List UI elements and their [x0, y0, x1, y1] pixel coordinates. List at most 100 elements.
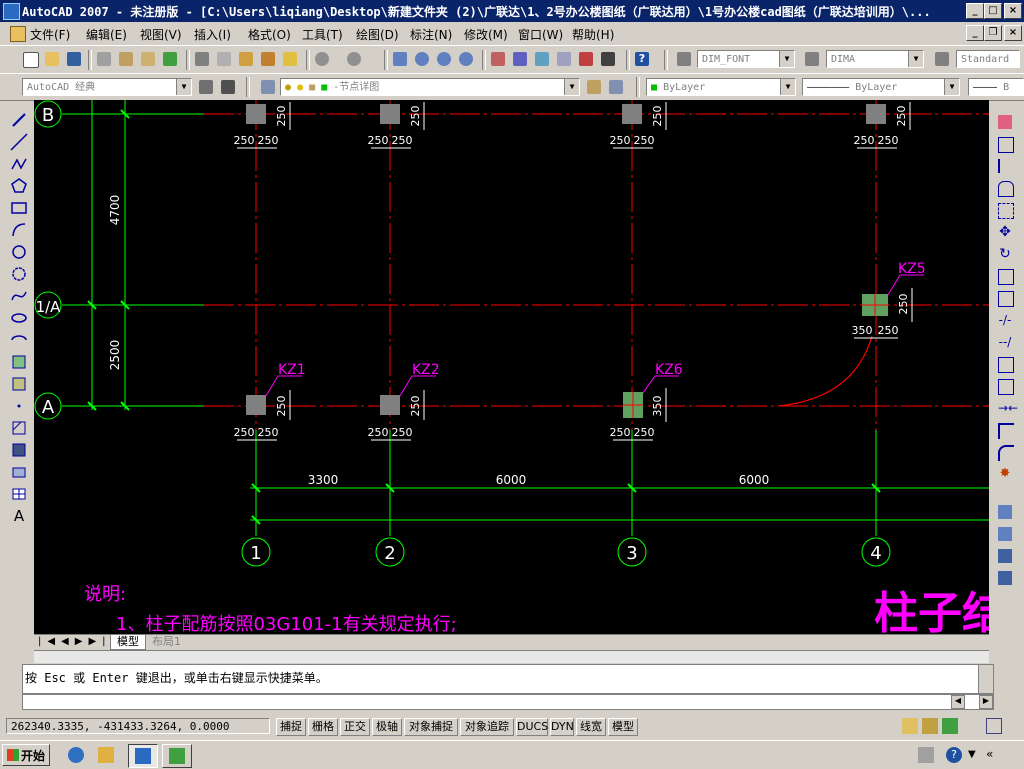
- arc-icon[interactable]: [9, 220, 29, 240]
- dyn-toggle[interactable]: DYN: [550, 718, 574, 736]
- insert-block-icon[interactable]: [9, 352, 29, 372]
- snap-toggle[interactable]: 捕捉: [276, 718, 306, 736]
- sheet-set-icon[interactable]: [554, 49, 574, 69]
- autocad-app-icon[interactable]: [3, 3, 20, 20]
- region-icon[interactable]: [9, 462, 29, 482]
- pan-realtime-icon[interactable]: [390, 49, 410, 69]
- help-icon[interactable]: ?: [632, 49, 652, 69]
- clean-screen-icon[interactable]: [986, 718, 1002, 734]
- tab-model[interactable]: 模型: [110, 635, 146, 650]
- block-editor-icon[interactable]: [280, 49, 300, 69]
- hatch-icon[interactable]: [9, 418, 29, 438]
- send-under-icon[interactable]: [995, 568, 1015, 588]
- redo-icon[interactable]: [344, 49, 364, 69]
- calculator-icon[interactable]: [598, 49, 618, 69]
- draw-order-front-icon[interactable]: [995, 502, 1015, 522]
- point-icon[interactable]: [9, 396, 29, 416]
- layer-manager-icon[interactable]: [258, 77, 278, 97]
- ellipse-icon[interactable]: [9, 308, 29, 328]
- zoom-window-icon[interactable]: [434, 49, 454, 69]
- plot-preview-icon[interactable]: [116, 49, 136, 69]
- menu-dimension[interactable]: 标注(N): [410, 26, 452, 43]
- 3d-dwf-icon[interactable]: [160, 49, 180, 69]
- break-at-point-icon[interactable]: [995, 354, 1015, 374]
- menu-view[interactable]: 视图(V): [140, 26, 182, 43]
- text-style-icon[interactable]: [674, 49, 694, 69]
- workspace-settings-icon[interactable]: [196, 77, 216, 97]
- markup-icon[interactable]: [576, 49, 596, 69]
- layer-previous-icon[interactable]: [606, 77, 626, 97]
- dimension-style-icon[interactable]: [802, 49, 822, 69]
- linetype-control-select[interactable]: ——————— ByLayer ▼: [802, 78, 960, 96]
- tab-navigation-arrows[interactable]: |◀◀▶▶|: [38, 636, 112, 647]
- table-style-icon[interactable]: [932, 49, 952, 69]
- revision-cloud-icon[interactable]: [9, 264, 29, 284]
- menu-edit[interactable]: 编辑(E): [86, 26, 127, 43]
- match-properties-icon[interactable]: [258, 49, 278, 69]
- extend-icon[interactable]: --/: [995, 332, 1015, 352]
- print-icon[interactable]: [94, 49, 114, 69]
- command-line[interactable]: 按 Esc 或 Enter 键退出，或单击右键显示快捷菜单。: [22, 664, 994, 694]
- table-style-select[interactable]: Standard: [956, 50, 1020, 68]
- tab-layout1[interactable]: 布局1: [146, 635, 187, 649]
- command-scroll-left[interactable]: ◀: [951, 695, 965, 709]
- color-control-select[interactable]: ■ ByLayer ▼: [646, 78, 796, 96]
- move-icon[interactable]: ✥: [995, 222, 1015, 242]
- make-current-layer-icon[interactable]: [584, 77, 604, 97]
- paste-icon[interactable]: [236, 49, 256, 69]
- lineweight-control-select[interactable]: ———— B: [968, 78, 1024, 96]
- erase-icon[interactable]: [995, 112, 1015, 132]
- model-toggle[interactable]: 模型: [608, 718, 638, 736]
- mirror-icon[interactable]: [995, 156, 1015, 176]
- drawing-canvas[interactable]: B 1/A A 1 2 3 4 4700 2500 3300 6000 6000…: [34, 100, 989, 634]
- column-b3[interactable]: [622, 104, 642, 124]
- lock-toolbar-icon[interactable]: [922, 718, 938, 734]
- menu-window[interactable]: 窗口(W): [518, 26, 563, 43]
- maximize-button[interactable]: □: [984, 3, 1002, 19]
- comm-center-icon[interactable]: [902, 718, 918, 734]
- osnap-toggle[interactable]: 对象捕捉: [404, 718, 458, 736]
- open-file-icon[interactable]: [42, 49, 62, 69]
- coordinate-display[interactable]: 262340.3335, -431433.3264, 0.0000: [6, 718, 270, 734]
- save-icon[interactable]: [64, 49, 84, 69]
- command-scroll-right[interactable]: ▶: [979, 695, 993, 709]
- gradient-icon[interactable]: [9, 440, 29, 460]
- rectangle-icon[interactable]: [9, 198, 29, 218]
- doc-restore-button[interactable]: ❐: [984, 25, 1002, 41]
- column-b4[interactable]: [866, 104, 886, 124]
- copy-object-icon[interactable]: [995, 134, 1015, 154]
- polar-toggle[interactable]: 极轴: [372, 718, 402, 736]
- menu-draw[interactable]: 绘图(D): [356, 26, 399, 43]
- grid-toggle[interactable]: 栅格: [308, 718, 338, 736]
- app-task-button[interactable]: [162, 744, 192, 768]
- break-icon[interactable]: [995, 376, 1015, 396]
- start-button[interactable]: 开始: [2, 744, 50, 766]
- lineweight-toggle[interactable]: 线宽: [576, 718, 606, 736]
- tray-expand-icon[interactable]: «: [986, 747, 993, 761]
- cut-icon[interactable]: [192, 49, 212, 69]
- join-icon[interactable]: →←: [995, 398, 1018, 418]
- command-scrollbar[interactable]: [978, 665, 993, 693]
- circle-icon[interactable]: [9, 242, 29, 262]
- tray-icon-1[interactable]: [918, 747, 934, 763]
- doc-close-button[interactable]: ×: [1004, 25, 1022, 41]
- multiline-text-icon[interactable]: A: [9, 506, 29, 526]
- tool-palettes-icon[interactable]: [532, 49, 552, 69]
- table-icon[interactable]: [9, 484, 29, 504]
- tray-settings-icon[interactable]: [942, 718, 958, 734]
- zoom-realtime-icon[interactable]: [412, 49, 432, 69]
- ie-icon[interactable]: [68, 747, 84, 763]
- dimension-style-select[interactable]: DIMA ▼: [826, 50, 924, 68]
- otrack-toggle[interactable]: 对象追踪: [460, 718, 514, 736]
- layer-select[interactable]: ● ● ■ ■ -节点详图 ▼: [280, 78, 580, 96]
- copy-icon[interactable]: [214, 49, 234, 69]
- command-input[interactable]: ◀ ▶: [22, 694, 994, 710]
- help-tray-icon[interactable]: ?: [946, 747, 962, 763]
- doc-minimize-button[interactable]: _: [966, 25, 984, 41]
- scale-icon[interactable]: [995, 266, 1015, 286]
- autocad-task-button[interactable]: [128, 744, 158, 768]
- column-kz2[interactable]: [380, 395, 400, 415]
- bring-above-icon[interactable]: [995, 546, 1015, 566]
- workspace-save-icon[interactable]: [218, 77, 238, 97]
- explorer-icon[interactable]: [98, 747, 114, 763]
